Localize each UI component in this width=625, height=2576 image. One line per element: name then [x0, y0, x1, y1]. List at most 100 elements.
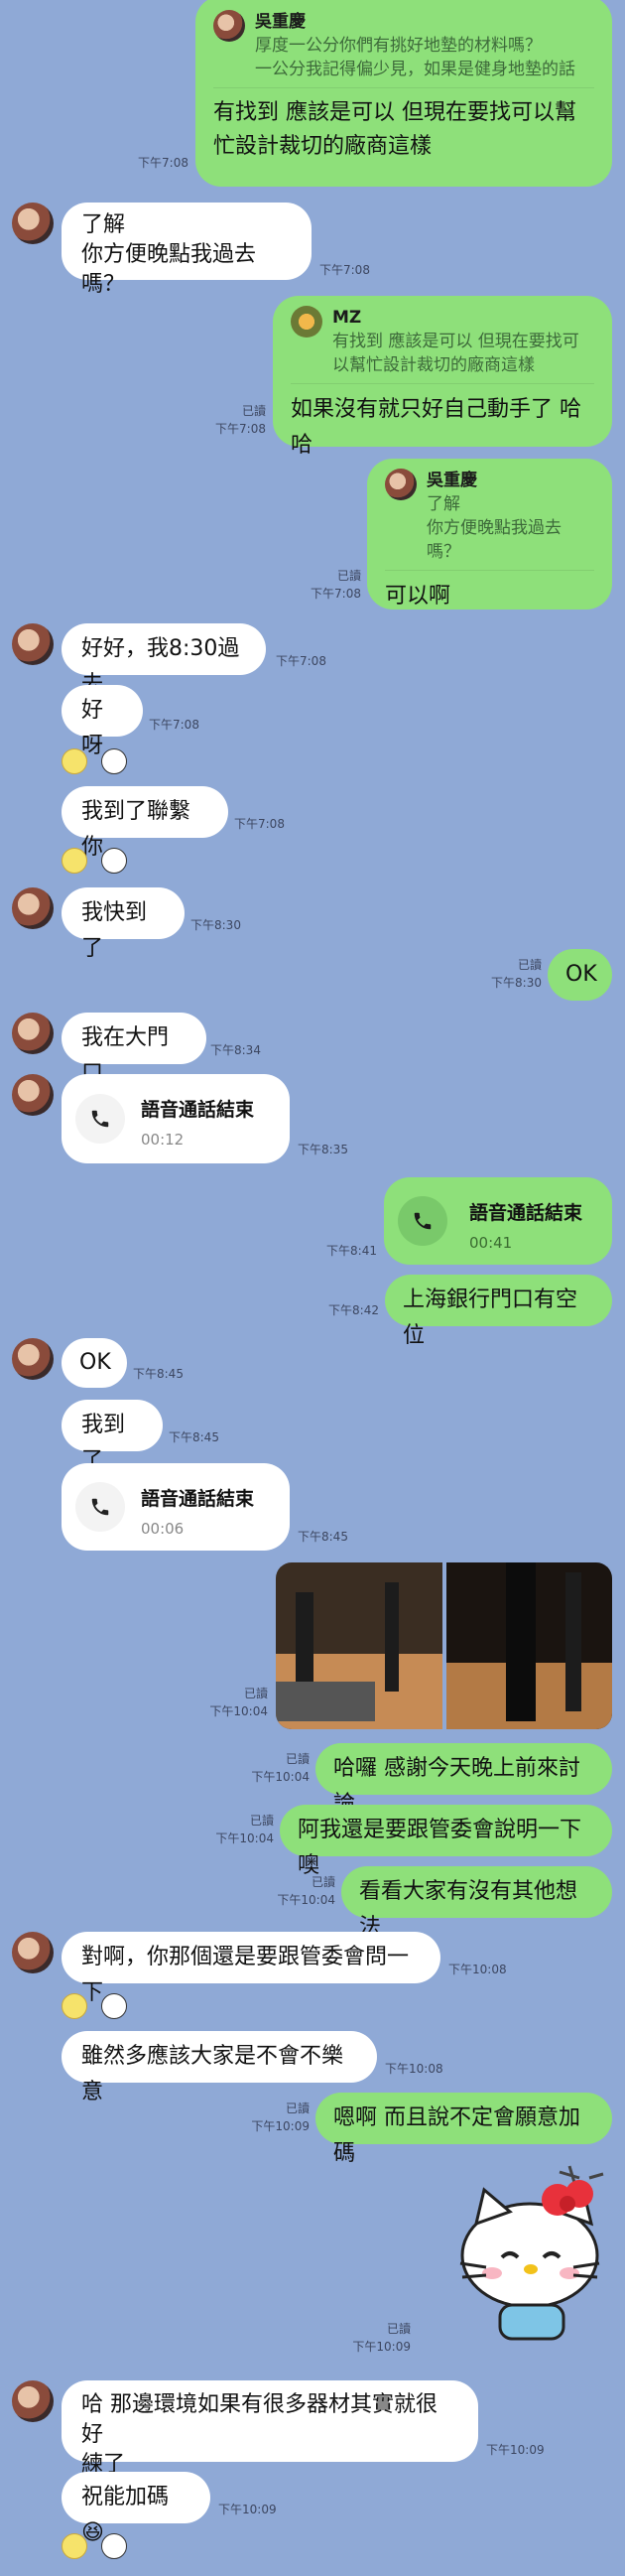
- message-bubble[interactable]: OK: [62, 1338, 127, 1388]
- message-text: 我到了聯繫你: [81, 799, 191, 860]
- message-bubble[interactable]: 哈 那邊環境如果有很多器材其實就很好 練了: [62, 2380, 478, 2477]
- read-status: 已讀: [249, 1814, 274, 1828]
- message-text: 可以啊: [385, 584, 451, 609]
- phone-icon: [75, 1482, 125, 1532]
- timestamp: 下午7:08: [234, 817, 285, 831]
- timestamp: 下午8:45: [133, 1367, 184, 1381]
- read-status: 已讀: [285, 1752, 310, 1766]
- timestamp: 下午7:08: [149, 718, 199, 732]
- timestamp: 下午7:08: [319, 263, 370, 277]
- timestamp: 下午10:08: [448, 1963, 507, 1976]
- timestamp: 下午10:04: [277, 1893, 335, 1907]
- timestamp: 下午8:30: [491, 976, 542, 990]
- message-bubble[interactable]: 雖然多應該大家是不會不樂意: [62, 2031, 377, 2104]
- message-bubble[interactable]: 對啊，你那個還是要跟管委會問一下: [62, 1932, 440, 2005]
- message-text: 你方便晚點我過去嗎？: [81, 242, 257, 297]
- avatar[interactable]: [12, 623, 54, 665]
- smile-reaction-icon[interactable]: [62, 848, 87, 874]
- timestamp: 下午8:30: [190, 918, 241, 932]
- timestamp: 下午10:04: [209, 1704, 268, 1718]
- sticker-reaction-icon[interactable]: [101, 848, 127, 874]
- read-status: 已讀: [311, 1875, 335, 1889]
- sticker-reaction-icon[interactable]: [101, 1993, 127, 2019]
- call-duration: 00:12: [141, 1131, 185, 1149]
- avatar[interactable]: [12, 887, 54, 929]
- message-bubble[interactable]: 我快到了: [62, 887, 185, 961]
- message-text: OK: [565, 962, 597, 987]
- timestamp: 下午8:35: [298, 1143, 348, 1156]
- quote-author: 吳重慶: [255, 12, 306, 32]
- phone-icon: [398, 1196, 447, 1246]
- message-bubble[interactable]: 阿我還是要跟管委會說明一下噢: [280, 1805, 612, 1878]
- message-bubble[interactable]: 上海銀行門口有空位: [385, 1275, 612, 1348]
- quote-author: 吳重慶: [427, 471, 477, 490]
- quote-text: 了解 你方便晚點我過去嗎？: [427, 494, 562, 562]
- read-status: 已讀: [386, 2322, 411, 2336]
- timestamp: 下午7:08: [276, 654, 326, 668]
- timestamp: 下午8:45: [298, 1530, 348, 1544]
- timestamp: 下午7:08: [215, 422, 266, 436]
- call-duration: 00:06: [141, 1520, 185, 1538]
- smile-reaction-icon[interactable]: [62, 1993, 87, 2019]
- hello-kitty-sticker[interactable]: [440, 2164, 619, 2343]
- timestamp: 下午7:08: [311, 587, 361, 601]
- message-bubble[interactable]: 吳重慶 厚度一公分你們有挑好地墊的材料嗎？ 一公分我記得偏少見，如果是健身地墊的…: [195, 0, 612, 187]
- timestamp: 下午8:42: [328, 1303, 379, 1317]
- message-bubble[interactable]: 我在大門口: [62, 1013, 206, 1086]
- message-bubble[interactable]: 好呀: [62, 685, 143, 758]
- call-bubble[interactable]: 語音通話結束 00:06: [62, 1463, 290, 1551]
- quote-text: 厚度一公分你們有挑好地墊的材料嗎？ 一公分我記得偏少見，如果是健身地墊的話: [255, 36, 575, 79]
- timestamp: 下午8:41: [326, 1244, 377, 1258]
- message-text: 祝能加碼😆: [81, 2485, 170, 2545]
- message-bubble[interactable]: MZ 有找到 應該是可以 但現在要找可以幫忙設計裁切的廠商這樣 如果沒有就只好自…: [273, 296, 612, 458]
- photo-thumbnail[interactable]: [276, 1562, 442, 1729]
- message-bubble[interactable]: 我到了聯繫你: [62, 786, 228, 860]
- message-text: 有找到 應該是可以 但現在要找可以幫忙設計裁切的廠商這樣: [213, 100, 576, 159]
- timestamp: 下午10:04: [251, 1770, 310, 1784]
- avatar[interactable]: [12, 1074, 54, 1116]
- call-bubble[interactable]: 語音通話結束 00:12: [62, 1074, 290, 1163]
- message-text: 嗯啊 而且說不定會願意加碼: [333, 2105, 580, 2166]
- sticker-reaction-icon[interactable]: [101, 2533, 127, 2559]
- smile-reaction-icon[interactable]: [62, 748, 87, 774]
- timestamp: 下午7:08: [138, 156, 188, 170]
- message-bubble[interactable]: 祝能加碼😆: [62, 2472, 210, 2545]
- message-bubble[interactable]: 吳重慶 了解 你方便晚點我過去嗎？ 可以啊: [367, 459, 612, 610]
- message-bubble[interactable]: 嗯啊 而且說不定會願意加碼: [315, 2093, 612, 2166]
- message-bubble[interactable]: 好好，我8:30過去: [62, 623, 266, 697]
- call-duration: 00:41: [469, 1234, 513, 1252]
- phone-icon: [75, 1094, 125, 1144]
- message-bubble[interactable]: OK: [548, 949, 612, 1001]
- timestamp: 下午10:09: [251, 2119, 310, 2133]
- avatar: [291, 306, 322, 338]
- timestamp: 下午10:04: [215, 1831, 274, 1845]
- message-bubble[interactable]: 了解 你方便晚點我過去嗎？: [62, 203, 312, 297]
- avatar[interactable]: [12, 1932, 54, 1973]
- call-bubble[interactable]: 語音通話結束 00:41: [384, 1177, 612, 1265]
- message-text: 上海銀行門口有空位: [403, 1288, 578, 1348]
- quoted-message[interactable]: MZ 有找到 應該是可以 但現在要找可以幫忙設計裁切的廠商這樣: [291, 296, 594, 384]
- avatar[interactable]: [12, 203, 54, 244]
- timestamp: 下午10:09: [352, 2340, 411, 2354]
- message-text: 如果沒有就只好自己動手了 哈哈: [291, 397, 581, 458]
- message-text: 了解: [81, 212, 126, 237]
- message-bubble[interactable]: 看看大家有沒有其他想法: [341, 1866, 612, 1940]
- read-status: 已讀: [241, 404, 266, 418]
- message-bubble[interactable]: 哈囉 感謝今天晚上前來討論: [315, 1743, 612, 1817]
- message-text: 雖然多應該大家是不會不樂意: [81, 2044, 344, 2104]
- quote-text: 有找到 應該是可以 但現在要找可以幫忙設計裁切的廠商這樣: [332, 332, 579, 375]
- message-text: OK: [79, 1350, 111, 1375]
- message-bubble[interactable]: 我到了: [62, 1400, 163, 1473]
- sticker-reaction-icon[interactable]: [101, 748, 127, 774]
- avatar: [213, 10, 245, 42]
- photo-thumbnail[interactable]: [446, 1562, 612, 1729]
- avatar[interactable]: [12, 2380, 54, 2422]
- smile-reaction-icon[interactable]: [62, 2533, 87, 2559]
- avatar[interactable]: [12, 1338, 54, 1380]
- read-status: 已讀: [517, 958, 542, 972]
- quoted-message[interactable]: 吳重慶 了解 你方便晚點我過去嗎？: [385, 459, 594, 571]
- avatar[interactable]: [12, 1013, 54, 1054]
- quoted-message[interactable]: 吳重慶 厚度一公分你們有挑好地墊的材料嗎？ 一公分我記得偏少見，如果是健身地墊的…: [213, 0, 594, 88]
- read-status: 已讀: [285, 2101, 310, 2115]
- avatar: [385, 469, 417, 500]
